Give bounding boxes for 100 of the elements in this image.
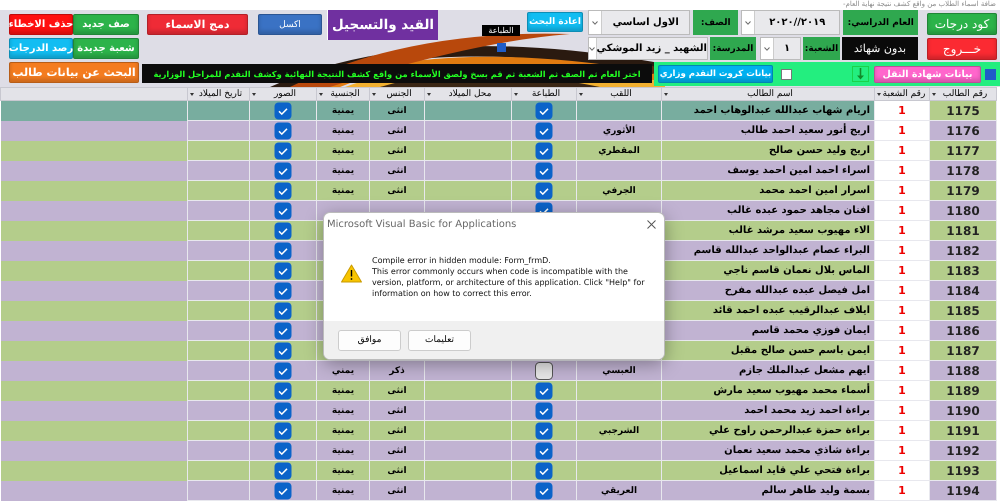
checkbox[interactable]: [535, 182, 553, 200]
dropdown-field[interactable]: ٢٠١٩//٢٠٢٠: [741, 10, 840, 35]
checkbox[interactable]: [535, 162, 553, 180]
chevron-icon: [764, 46, 770, 50]
filter-arrow-icon[interactable]: [932, 92, 936, 96]
checkbox[interactable]: [274, 202, 292, 220]
checkbox[interactable]: [274, 322, 292, 340]
table-cell: 1177: [930, 140, 996, 160]
table-cell: بسمة وليد طاهر سالم: [662, 480, 874, 500]
filter-arrow-icon[interactable]: [252, 92, 256, 96]
table-cell: ذكر: [370, 360, 424, 380]
table-cell: 1: [874, 420, 930, 440]
dialog-button[interactable]: تعليمات: [408, 330, 471, 350]
column-header[interactable]: تاريخ الميلاد: [188, 88, 250, 100]
checkbox[interactable]: [274, 162, 292, 180]
table-cell: 1190: [930, 400, 996, 420]
checkbox[interactable]: [274, 462, 292, 480]
action-button[interactable]: اكسل: [258, 14, 322, 35]
checkbox[interactable]: [274, 182, 292, 200]
checkbox[interactable]: [535, 122, 553, 140]
table-cell: 1: [874, 440, 930, 460]
field-label: الشعبة:: [803, 37, 840, 60]
checkbox[interactable]: [274, 242, 292, 260]
table-cell: 1: [874, 260, 930, 280]
filter-arrow-icon[interactable]: [319, 92, 323, 96]
table-cell: انثى: [370, 100, 424, 120]
checkbox[interactable]: [535, 382, 553, 400]
checkbox[interactable]: [274, 362, 292, 380]
table-cell: أسماء محمد مهيوب سعيد مارش: [662, 380, 874, 400]
table-cell: 1: [874, 280, 930, 300]
dropdown-field[interactable]: ١: [760, 37, 801, 60]
column-header[interactable]: رقم الشعبة: [874, 88, 930, 100]
table-cell: انثى: [370, 160, 424, 180]
checkbox[interactable]: [985, 68, 996, 80]
action-button[interactable]: حذف الاخطاء: [9, 14, 73, 35]
table-cell: 1: [874, 180, 930, 200]
checkbox[interactable]: [535, 102, 553, 120]
filter-arrow-icon[interactable]: [372, 92, 376, 96]
action-button[interactable]: خـــروج: [927, 38, 997, 60]
table-cell: العريقي: [576, 480, 662, 500]
table-cell: 1: [874, 380, 930, 400]
table-cell: اريج وليد حسن صالح: [662, 140, 874, 160]
column-header[interactable]: رقم الطالب: [930, 88, 996, 100]
table-cell: 1179: [930, 180, 996, 200]
checkbox[interactable]: [274, 262, 292, 280]
dialog-button[interactable]: موافق: [338, 330, 401, 350]
checkbox[interactable]: [535, 402, 553, 420]
filter-arrow-icon[interactable]: [514, 92, 518, 96]
checkbox[interactable]: [274, 482, 292, 500]
table-cell: انثى: [370, 140, 424, 160]
checkbox[interactable]: [535, 442, 553, 460]
checkbox[interactable]: [535, 362, 553, 380]
table-cell: انثى: [370, 380, 424, 400]
column-header[interactable]: الصور: [250, 88, 316, 100]
checkbox[interactable]: [535, 142, 553, 160]
checkbox[interactable]: [496, 43, 506, 52]
checkbox[interactable]: [274, 122, 292, 140]
column-header[interactable]: اسم الطالب: [662, 88, 874, 100]
table-cell: براءة حمزة عبدالرحمن راوح علي: [662, 420, 874, 440]
dropdown-field[interactable]: الاول اساسي: [588, 10, 690, 35]
dropdown-field[interactable]: الشهيد _ زيد الموشكي: [588, 37, 708, 60]
table-cell: 1: [874, 340, 930, 360]
column-header[interactable]: الجنسية: [316, 88, 370, 100]
table-cell: 1192: [930, 440, 996, 460]
table-cell: ايمن باسم حسن صالح مقبل: [662, 340, 874, 360]
checkbox[interactable]: [274, 382, 292, 400]
checkbox[interactable]: [274, 222, 292, 240]
checkbox[interactable]: [274, 422, 292, 440]
filter-arrow-icon[interactable]: [664, 92, 668, 96]
checkbox[interactable]: [781, 68, 792, 80]
close-icon[interactable]: [647, 220, 656, 228]
filter-arrow-icon[interactable]: [427, 92, 431, 96]
checkbox[interactable]: [274, 302, 292, 320]
filter-arrow-icon[interactable]: [190, 92, 194, 96]
checkbox[interactable]: [274, 282, 292, 300]
column-header-label: الطباعة: [530, 89, 562, 99]
checkbox[interactable]: [535, 422, 553, 440]
table-cell: 1175: [930, 100, 996, 120]
table-cell: براءة فتحي علي قايد اسماعيل: [662, 460, 874, 480]
checkbox[interactable]: [535, 462, 553, 480]
column-header[interactable]: الطباعة: [512, 88, 576, 100]
column-header[interactable]: الجنس: [370, 88, 424, 100]
checkbox[interactable]: [274, 342, 292, 360]
column-header-label: رقم الطالب: [942, 89, 988, 99]
column-header[interactable]: اللقب: [576, 88, 662, 100]
checkbox[interactable]: [535, 482, 553, 500]
action-button[interactable]: دمج الاسماء: [147, 14, 248, 35]
column-header[interactable]: محل الميلاد: [424, 88, 512, 100]
checkbox[interactable]: [274, 442, 292, 460]
table-cell: اريج أنور سعيد احمد طالب: [662, 120, 874, 140]
filter-arrow-icon[interactable]: [877, 92, 881, 96]
checkbox[interactable]: [274, 402, 292, 420]
table-cell: العبسي: [576, 360, 662, 380]
table-cell: 1: [874, 140, 930, 160]
page-title: القيد والتسجيل: [327, 10, 438, 40]
checkbox[interactable]: [274, 142, 292, 160]
table-cell: براءة شاذي محمد سعيد نعمان: [662, 440, 874, 460]
checkbox[interactable]: [274, 102, 292, 120]
filter-arrow-icon[interactable]: [579, 92, 583, 96]
table-cell: 1194: [930, 480, 996, 500]
